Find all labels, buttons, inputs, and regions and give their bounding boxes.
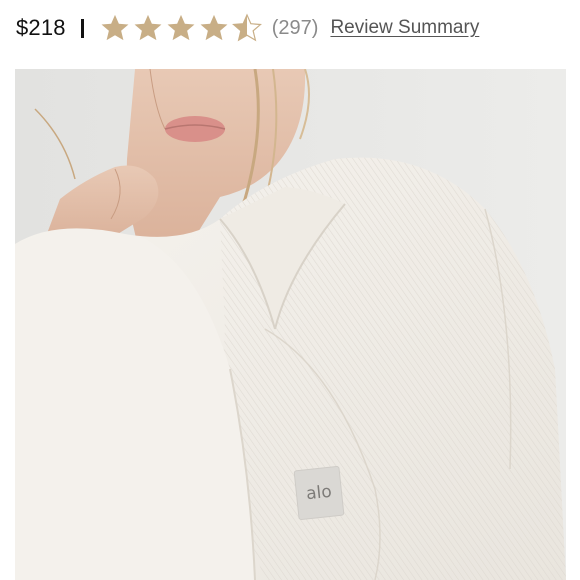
product-image[interactable]: alo <box>15 69 566 580</box>
star-icon <box>200 14 228 41</box>
star-icon <box>134 14 162 41</box>
review-summary-link[interactable]: Review Summary <box>330 17 479 39</box>
star-rating[interactable] <box>99 12 263 44</box>
product-price: $218 <box>16 15 66 40</box>
star-icon <box>101 14 129 41</box>
header-divider <box>80 18 84 38</box>
product-header: $218 (297) Review Summary <box>0 0 580 56</box>
brand-logo-text: alo <box>305 481 333 505</box>
brand-logo-tag: alo <box>293 465 345 521</box>
star-half-icon <box>231 13 262 42</box>
review-count: (297) <box>271 16 319 39</box>
star-icon <box>167 14 195 41</box>
product-photo-illustration <box>15 69 566 580</box>
